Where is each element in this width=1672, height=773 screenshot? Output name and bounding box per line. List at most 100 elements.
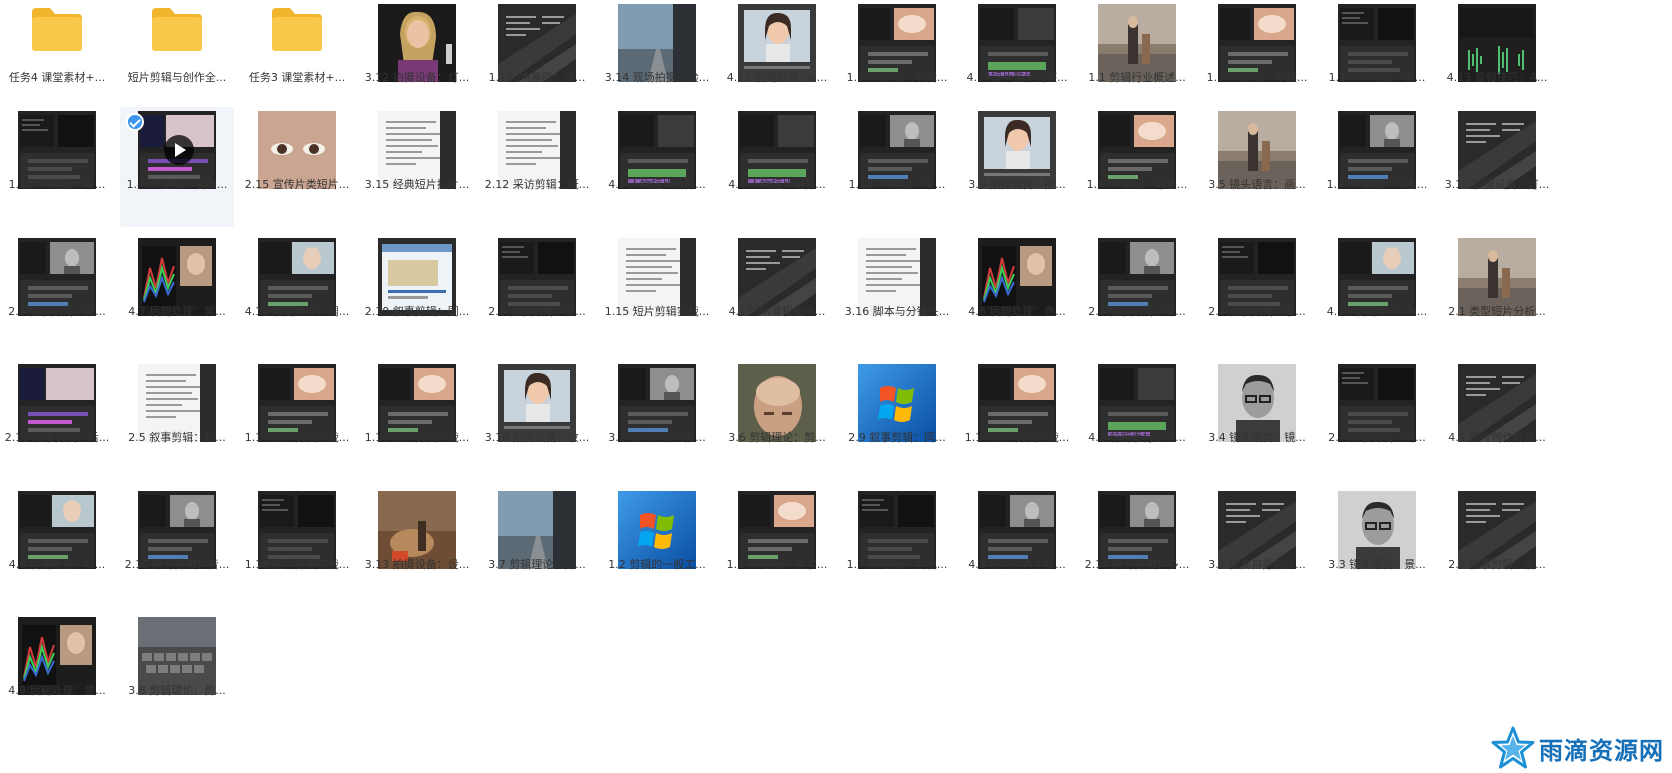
video-file-item[interactable]: 1.3 PR基础：新建...	[1200, 0, 1314, 120]
video-file-item[interactable]: 3.7 剪辑理论：剪...	[480, 487, 594, 607]
file-name-label: 1.12 PR基础：常...	[848, 178, 946, 191]
video-file-item[interactable]: 3.5 镜头语言：画...	[1200, 107, 1314, 227]
video-file-item[interactable]: 2.5 叙事剪辑：粗...	[120, 360, 234, 480]
file-name-label: 4.3 以人物为主线...	[968, 558, 1066, 571]
video-file-item[interactable]: 2.1 类型短片分析...	[1440, 234, 1554, 354]
file-name-label: 2.4 叙事剪辑：素...	[1208, 305, 1306, 318]
video-file-item[interactable]: 2.7 叙事剪辑：同...	[1320, 360, 1434, 480]
video-file-item[interactable]: 4.14短片整体调整...	[960, 0, 1074, 120]
video-file-item[interactable]: 4.15 PR课程整体...	[720, 234, 834, 354]
video-file-item[interactable]: 3.3 镜头语言：景...	[1320, 487, 1434, 607]
video-file-item[interactable]: 3.11 拍摄设备：灯...	[1440, 107, 1554, 227]
video-file-item[interactable]: 1.4 PR基础：窗口...	[120, 107, 234, 227]
file-name-label: 3.8 剪辑理论：剪...	[128, 684, 226, 697]
video-file-item[interactable]: 1.15 短片剪辑实战...	[600, 234, 714, 354]
file-name-label: 3.9 拍摄设备：拍...	[968, 178, 1066, 191]
video-file-item[interactable]: 3.1 提高自身拍片...	[1200, 487, 1314, 607]
folder-icon	[272, 8, 322, 51]
video-file-item[interactable]: 4.10 后期处理：u...	[1320, 234, 1434, 354]
file-name-label: 2.9 叙事剪辑：同...	[848, 431, 946, 444]
video-file-item[interactable]: 1.8 PR基础：文字...	[720, 487, 834, 607]
video-file-item[interactable]: 3.10 拍摄设备：收...	[480, 360, 594, 480]
video-file-item[interactable]: 1.14 短片剪辑实战...	[960, 360, 1074, 480]
file-name-label: 1.1 剪辑行业概述...	[1088, 71, 1186, 84]
file-name-label: 3.11 拍摄设备：灯...	[1444, 178, 1550, 191]
video-file-item[interactable]: 4.1 短片创作概述...	[1440, 360, 1554, 480]
file-name-label: 1.4 PR基础：窗口...	[126, 178, 228, 191]
video-file-item[interactable]: 2.12 采访剪辑：概...	[480, 107, 594, 227]
video-file-item[interactable]: 4.2 前期素材整理...	[1080, 360, 1194, 480]
file-name-label: 3.3 镜头语言：景...	[1328, 558, 1426, 571]
video-file-item[interactable]: 1.11 PR基础：常...	[480, 0, 594, 120]
folder-item[interactable]: 短片剪辑与创作全...	[120, 0, 234, 120]
file-name-label: 3.13 拍摄设备：设...	[364, 558, 470, 571]
video-file-item[interactable]: 4.13 音频技巧：A...	[1440, 0, 1554, 120]
video-file-item[interactable]: 2.15 宣传片类短片...	[240, 107, 354, 227]
video-file-item[interactable]: 3.16 脚本与分镜头...	[840, 234, 954, 354]
video-file-item[interactable]: 3.14 现场拍摄经验...	[600, 0, 714, 120]
video-file-item[interactable]: 2.14 采访剪辑：多...	[1080, 487, 1194, 607]
video-file-item[interactable]: 4.12 后期处理：调...	[240, 234, 354, 354]
video-file-item[interactable]: 4.7 后期处理：常...	[120, 234, 234, 354]
video-file-item[interactable]: 1.1 剪辑行业概述...	[1080, 0, 1194, 120]
file-name-label: 4.8 后期处理：lu...	[8, 558, 106, 571]
video-file-item[interactable]: 4.3 以人物为主线...	[960, 487, 1074, 607]
video-file-item[interactable]: 2.10 叙事剪辑：同...	[360, 234, 474, 354]
file-name-label: 1.7 PR基础：音视...	[846, 558, 948, 571]
file-grid: 任务4 课堂素材+... 短片剪辑与创作全... 任务3 课堂素材+... 3.12 …	[0, 0, 1672, 773]
video-file-item[interactable]: 4.8 后期处理：lu...	[0, 487, 114, 607]
file-name-label: 1.2 剪辑的一般工...	[608, 558, 706, 571]
video-file-item[interactable]: 2.2 叙事剪辑：前...	[1440, 487, 1554, 607]
file-name-label: 3.10 拍摄设备：收...	[484, 431, 590, 444]
video-file-item[interactable]: 1.5 PR基础：剪辑...	[840, 0, 954, 120]
file-name-label: 4.6 后期处理：色...	[968, 305, 1066, 318]
video-file-item[interactable]: 3.12 拍摄设备：灯...	[360, 0, 474, 120]
video-file-item[interactable]: 2.9 叙事剪辑：同...	[840, 360, 954, 480]
folder-icon	[32, 8, 82, 51]
video-file-item[interactable]: 1.7 PR基础：音视...	[840, 487, 954, 607]
video-file-item[interactable]: 1.13 PR基础：输...	[0, 107, 114, 227]
file-name-label: 4.13 音频技巧：A...	[1446, 71, 1548, 84]
video-file-item[interactable]: 3.2 短片分析与推...	[600, 360, 714, 480]
file-name-label: 1.16 短片剪辑实战...	[364, 431, 470, 444]
file-name-label: 2.12 采访剪辑：概...	[484, 178, 590, 191]
video-file-item[interactable]: 1.17 短片剪辑实战...	[240, 360, 354, 480]
video-file-item[interactable]: 2.11 叙事剪辑：后...	[0, 360, 114, 480]
folder-icon	[152, 8, 202, 51]
video-file-item[interactable]: 1.10 PR基础：遮...	[1320, 0, 1434, 120]
file-name-label: 2.6 叙事剪辑：精...	[1088, 305, 1186, 318]
file-name-label: 2.13 采访剪辑：音...	[124, 558, 230, 571]
video-file-item[interactable]: 4.6 后期处理：色...	[960, 234, 1074, 354]
video-file-item[interactable]: 2.4 叙事剪辑：素...	[1200, 234, 1314, 354]
file-name-label: 3.16 脚本与分镜头...	[844, 305, 950, 318]
video-file-item[interactable]: 4.5 人物短片精剪...	[600, 107, 714, 227]
file-name-label: 2.11 叙事剪辑：后...	[4, 431, 110, 444]
video-file-item[interactable]: 1.2 剪辑的一般工...	[600, 487, 714, 607]
video-file-item[interactable]: 4.4 人物短片粗剪...	[720, 107, 834, 227]
video-file-item[interactable]: 1.12 PR基础：常...	[840, 107, 954, 227]
file-name-label: 3.1 提高自身拍片...	[1208, 558, 1306, 571]
video-file-item[interactable]: 2.6 叙事剪辑：精...	[1080, 234, 1194, 354]
video-file-item[interactable]: 2.3 叙事剪辑：读...	[0, 234, 114, 354]
video-file-item[interactable]: 3.9 拍摄设备：拍...	[960, 107, 1074, 227]
play-icon[interactable]	[164, 135, 194, 165]
video-file-item[interactable]: 1.9 PR基础：动画...	[1320, 107, 1434, 227]
file-name-label: 3.14 现场拍摄经验...	[604, 71, 710, 84]
video-file-item[interactable]: 1.16 短片剪辑实战...	[360, 360, 474, 480]
video-file-item[interactable]: 3.4 镜头语言：镜...	[1200, 360, 1314, 480]
video-file-item[interactable]: 2.8 叙事剪辑：快...	[480, 234, 594, 354]
video-file-item[interactable]: 1.6 PR基础：标签...	[1080, 107, 1194, 227]
video-file-item[interactable]: 3.13 拍摄设备：设...	[360, 487, 474, 607]
checkbox-checked-icon[interactable]	[126, 113, 144, 131]
video-file-item[interactable]: 2.13 采访剪辑：音...	[120, 487, 234, 607]
video-file-item[interactable]: 4.11 后期处理：u...	[720, 0, 834, 120]
file-name-label: 3.4 镜头语言：镜...	[1208, 431, 1306, 444]
file-name-label: 2.3 叙事剪辑：读...	[8, 305, 106, 318]
video-file-item[interactable]: 4.9 后期处理：尝...	[0, 613, 114, 733]
video-file-item[interactable]: 3.8 剪辑理论：剪...	[120, 613, 234, 733]
folder-item[interactable]: 任务4 课堂素材+...	[0, 0, 114, 120]
folder-item[interactable]: 任务3 课堂素材+...	[240, 0, 354, 120]
video-file-item[interactable]: 3.6 剪辑理论：剪...	[720, 360, 834, 480]
video-file-item[interactable]: 1.18 短片剪辑实战...	[240, 487, 354, 607]
video-file-item[interactable]: 3.15 经典短片拉片...	[360, 107, 474, 227]
